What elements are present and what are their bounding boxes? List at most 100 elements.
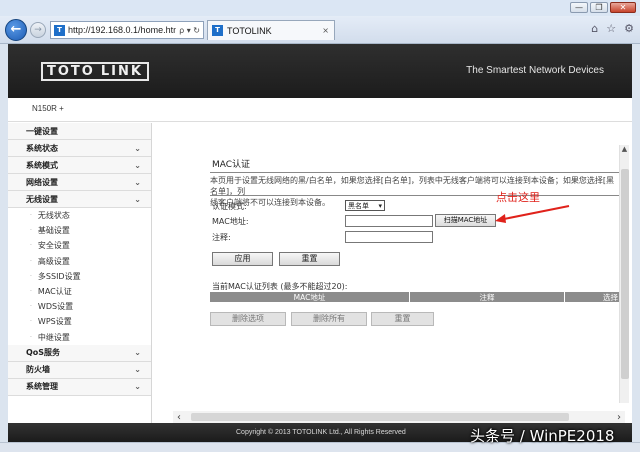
chevron-down-icon: ⌄	[134, 382, 141, 392]
apply-button[interactable]: 应用	[212, 252, 273, 266]
restore-button[interactable]: ❐	[590, 2, 608, 13]
mac-list-header: MAC地址 注释 选择	[210, 292, 622, 302]
tab-title: TOTOLINK	[227, 25, 272, 36]
vertical-scrollbar[interactable]: ▲	[619, 145, 629, 403]
sidebar-item-label: 一键设置	[26, 126, 58, 136]
tagline: The Smartest Network Devices	[466, 65, 604, 76]
logo-text-right: LINK	[100, 64, 143, 79]
tab-close-icon[interactable]: ×	[322, 26, 334, 35]
column-mac: MAC地址	[210, 292, 410, 302]
mac-address-label: MAC地址:	[212, 217, 249, 226]
sidebar-subitem-security[interactable]: · 安全设置	[8, 238, 151, 253]
sidebar-subitem-wireless-status[interactable]: · 无线状态	[8, 208, 151, 223]
horizontal-scrollbar[interactable]: ‹ ›	[173, 411, 625, 423]
column-select: 选择	[603, 292, 618, 302]
auth-mode-label: 认证模式:	[212, 202, 247, 211]
subitem-label: 无线状态	[37, 211, 70, 221]
chevron-down-icon: ⌄	[134, 194, 141, 204]
delete-selected-button[interactable]: 删除选项	[210, 312, 286, 326]
browser-tools: ⌂ ☆ ⚙	[591, 22, 634, 35]
bullet-icon: ·	[30, 288, 32, 296]
subitem-label: WDS设置	[37, 302, 74, 312]
favorites-icon[interactable]: ☆	[606, 22, 616, 35]
sidebar: 一键设置 系统状态 ⌄ 系统模式 ⌄ 网络设置 ⌄ 无线设置 ⌄ · 无线状态 ·…	[8, 123, 152, 423]
subitem-label: 多SSID设置	[37, 271, 81, 281]
sidebar-item-label: 系统管理	[26, 382, 58, 392]
sidebar-item-wireless[interactable]: 无线设置 ⌄	[8, 191, 151, 208]
subitem-label: 安全设置	[37, 241, 70, 251]
model-bar: N150R +	[8, 98, 632, 122]
bullet-icon: ·	[30, 242, 32, 250]
sidebar-subitem-repeater[interactable]: · 中继设置	[8, 330, 151, 345]
url-text[interactable]: http://192.168.0.1/home.htm	[68, 25, 176, 35]
reset-button[interactable]: 重置	[279, 252, 340, 266]
chevron-down-icon: ⌄	[134, 143, 141, 153]
gear-icon[interactable]: ⚙	[624, 22, 634, 35]
bullet-icon: ·	[30, 257, 32, 265]
sidebar-item-system-admin[interactable]: 系统管理 ⌄	[8, 378, 151, 396]
scroll-right-icon[interactable]: ›	[617, 412, 621, 423]
window-titlebar: — ❐ ✕	[0, 0, 640, 16]
frame-right	[632, 44, 640, 442]
scroll-up-icon[interactable]: ▲	[620, 145, 629, 153]
sidebar-subitem-basic[interactable]: · 基础设置	[8, 223, 151, 238]
main-content: MAC认证 本页用于设置无线网络的黑/白名单，如果您选择[白名单]，列表中无线客…	[153, 123, 632, 423]
address-bar[interactable]: T http://192.168.0.1/home.htm ρ ▾ ↻	[50, 21, 204, 39]
sidebar-item-system-mode[interactable]: 系统模式 ⌄	[8, 157, 151, 174]
scan-mac-button[interactable]: 扫描MAC地址	[435, 214, 496, 227]
list-reset-button[interactable]: 重置	[371, 312, 434, 326]
chevron-down-icon: ⌄	[134, 177, 141, 187]
divider	[210, 195, 622, 196]
window-controls: — ❐ ✕	[570, 2, 636, 13]
auth-mode-select[interactable]: 黑名单 ▾	[345, 200, 385, 211]
sidebar-item-system-status[interactable]: 系统状态 ⌄	[8, 140, 151, 157]
home-icon[interactable]: ⌂	[591, 22, 598, 35]
sidebar-item-label: 无线设置	[26, 194, 58, 204]
minimize-button[interactable]: —	[570, 2, 588, 13]
browser-tab[interactable]: T TOTOLINK ×	[207, 20, 335, 40]
sidebar-item-label: 系统状态	[26, 143, 58, 153]
sidebar-item-label: QoS服务	[26, 348, 61, 358]
bullet-icon: ·	[30, 333, 32, 341]
delete-all-button[interactable]: 删除所有	[291, 312, 367, 326]
red-arrow-icon	[495, 205, 570, 223]
sidebar-item-firewall[interactable]: 防火墙 ⌄	[8, 361, 151, 379]
sidebar-subitem-wps[interactable]: · WPS设置	[8, 314, 151, 329]
bullet-icon: ·	[30, 272, 32, 280]
horizontal-scroll-thumb[interactable]	[191, 413, 569, 421]
sidebar-item-network[interactable]: 网络设置 ⌄	[8, 174, 151, 191]
scroll-left-icon[interactable]: ‹	[177, 412, 181, 423]
sidebar-item-quick-setup[interactable]: 一键设置	[8, 123, 151, 140]
column-note: 注释	[410, 292, 565, 302]
subitem-label: 中继设置	[37, 332, 70, 342]
address-bar-actions[interactable]: ρ ▾ ↻	[179, 26, 203, 35]
note-input[interactable]	[345, 231, 433, 243]
sidebar-item-qos[interactable]: QoS服务 ⌄	[8, 344, 151, 362]
sidebar-subitem-wds[interactable]: · WDS设置	[8, 299, 151, 314]
close-window-button[interactable]: ✕	[610, 2, 636, 13]
router-header: TOTO LINK The Smartest Network Devices	[8, 44, 632, 98]
subitem-label: MAC认证	[37, 287, 72, 297]
sidebar-item-label: 防火墙	[26, 365, 50, 375]
sidebar-subitem-advanced[interactable]: · 高级设置	[8, 254, 151, 269]
totolink-logo: TOTO LINK	[41, 62, 149, 81]
subitem-label: 高级设置	[37, 256, 70, 266]
watermark: 头条号 / WinPE2018	[470, 427, 615, 445]
divider	[210, 172, 622, 173]
chevron-down-icon: ▾	[378, 201, 382, 210]
sidebar-subitem-mac-auth[interactable]: · MAC认证	[8, 284, 151, 299]
model-name: N150R +	[32, 104, 64, 113]
frame-left	[0, 44, 8, 442]
bullet-icon: ·	[30, 212, 32, 220]
vertical-scroll-thumb[interactable]	[621, 169, 629, 379]
logo-text-left: TOTO	[47, 64, 95, 79]
subitem-label: 基础设置	[37, 226, 70, 236]
back-button[interactable]: ←	[5, 19, 27, 41]
sidebar-subitem-multi-ssid[interactable]: · 多SSID设置	[8, 269, 151, 284]
tab-favicon-icon: T	[212, 25, 223, 36]
mac-list-title: 当前MAC认证列表 (最多不能超过20):	[212, 282, 348, 291]
chevron-down-icon: ⌄	[134, 365, 141, 375]
forward-button[interactable]: →	[30, 22, 46, 38]
mac-address-input[interactable]	[345, 215, 433, 227]
copyright-text: Copyright © 2013 TOTOLINK Ltd., All Righ…	[236, 429, 406, 436]
